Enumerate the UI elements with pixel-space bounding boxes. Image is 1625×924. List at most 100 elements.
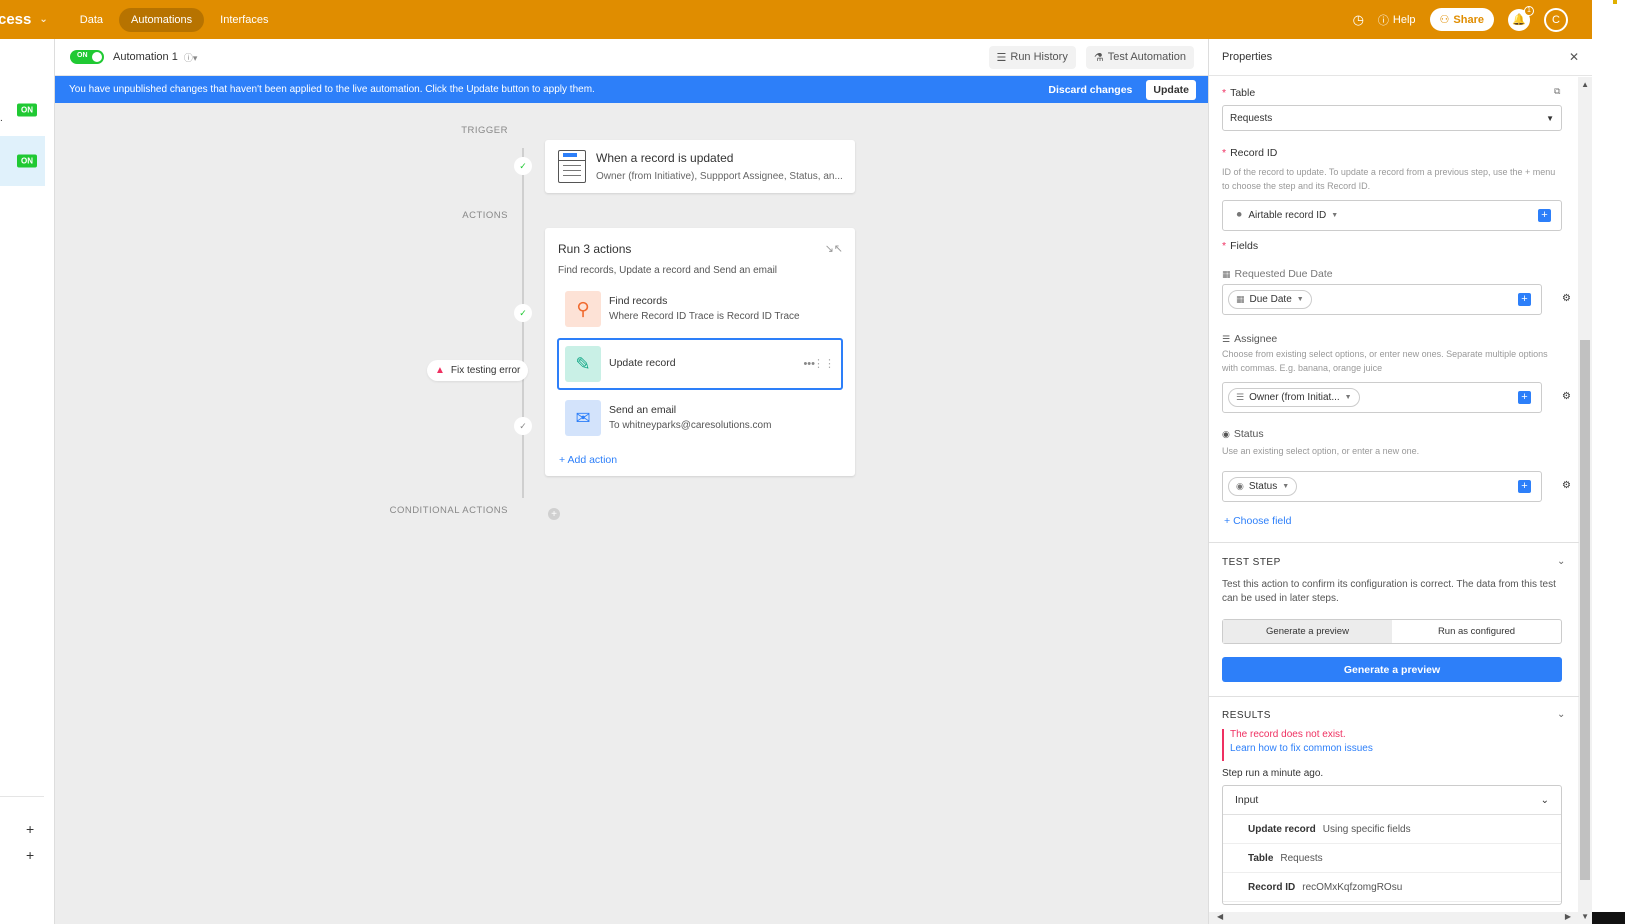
trigger-card[interactable]: When a record is updated Owner (from Ini… [545,140,855,193]
gear-icon[interactable]: ⚙ [1562,480,1571,491]
share-icon: ⚇ [1439,14,1450,26]
fix-testing-error-button[interactable]: ▲ Fix testing error [427,360,529,381]
action-send-email[interactable]: ✉ Send an email To whitneyparks@caresolu… [557,392,843,444]
collapse-icon[interactable]: ↘↖ [825,242,843,255]
gear-icon[interactable]: ⚙ [1562,293,1571,304]
scroll-left-icon[interactable]: ◀ [1217,912,1223,921]
fix-error-label: Fix testing error [450,365,521,376]
assignee-token[interactable]: ☰ Owner (from Initiat... ▼ [1228,388,1360,407]
action-title: Find records [609,295,668,307]
list-icon: ☰ [996,51,1007,64]
sidebar-divider [0,796,44,797]
automation-canvas: TRIGGER ACTIONS CONDITIONAL ACTIONS ✓ ✓ … [55,103,1208,924]
add-automation-icon[interactable]: + [26,821,34,837]
on-badge: ON [17,103,37,117]
drag-handle-icon[interactable]: ⋮⋮ [813,357,835,370]
status-icon: ◉ [1236,481,1244,491]
scroll-up-icon[interactable]: ▲ [1581,80,1589,89]
help-icon: ⓘ [1377,14,1389,27]
list-icon: ☰ [1222,333,1231,344]
copy-icon[interactable]: ⧉ [1554,86,1560,97]
update-button[interactable]: Update [1146,79,1196,100]
nav-data[interactable]: Data [68,8,115,32]
properties-title: Properties [1222,51,1273,63]
assignee-label: ☰ Assignee [1222,333,1278,345]
scroll-thumb[interactable] [1580,340,1590,880]
input-header[interactable]: Input ⌄ [1223,786,1561,815]
divider [1209,696,1579,697]
notification-count: 1 [1524,5,1534,16]
automation-name[interactable]: Automation 1 [113,51,178,63]
calendar-icon: ▦ [1236,294,1245,304]
base-name-button[interactable]: cess ⌄ [0,11,48,28]
scroll-right-icon[interactable]: ▶ [1565,912,1571,921]
add-conditional-icon[interactable]: + [548,508,560,520]
add-action-button[interactable]: + Add action [559,454,617,466]
insert-value-button[interactable]: + [1518,293,1531,306]
automation-toggle[interactable]: ON [70,50,104,64]
close-icon[interactable]: ✕ [1569,50,1579,64]
due-date-token[interactable]: ▦ Due Date ▼ [1228,290,1312,309]
taskbar-fragment [1592,912,1625,924]
due-date-field[interactable]: ▦ Due Date ▼ + [1222,284,1542,315]
table-select[interactable]: Requests ▼ [1222,105,1562,131]
actions-card[interactable]: Run 3 actions Find records, Update a rec… [545,228,855,476]
results-error: The record does not exist. Learn how to … [1222,729,1373,761]
actions-title: Run 3 actions [558,242,632,256]
insert-value-button[interactable]: + [1518,480,1531,493]
nav-automations[interactable]: Automations [119,7,205,32]
help-button[interactable]: ⓘ Help [1378,12,1416,28]
conditional-actions-label: CONDITIONAL ACTIONS [389,505,508,516]
history-icon[interactable]: ◷ [1353,12,1364,28]
results-heading: RESULTS [1222,710,1271,721]
window-edge [1592,0,1625,924]
gear-icon[interactable]: ⚙ [1562,391,1571,402]
learn-fix-link[interactable]: Learn how to fix common issues [1230,743,1373,754]
test-automation-button[interactable]: ⚗ Test Automation [1085,45,1194,69]
pencil-icon: ✎ [565,346,601,382]
record-id-token[interactable]: ⚫ Airtable record ID ▼ [1228,206,1346,225]
sidebar-automation-item[interactable]: . ON [0,85,45,135]
generate-preview-button[interactable]: Generate a preview [1222,657,1562,682]
seg-run-as-configured[interactable]: Run as configured [1392,620,1561,643]
seg-generate-preview[interactable]: Generate a preview [1223,620,1392,643]
scroll-down-icon[interactable]: ▼ [1581,912,1589,921]
status-field[interactable]: ◉ Status ▼ + [1222,471,1542,502]
status-token[interactable]: ◉ Status ▼ [1228,477,1298,496]
horizontal-scrollbar[interactable]: ◀ ▶ [1209,912,1579,924]
envelope-icon: ✉ [565,400,601,436]
run-history-label: Run History [1010,51,1068,63]
action-find-records[interactable]: ⚲ Find records Where Record ID Trace is … [557,283,843,335]
status-help: Use an existing select option, or enter … [1222,446,1420,456]
add-section-icon[interactable]: + [26,847,34,863]
test-mode-segmented: Generate a preview Run as configured [1222,619,1562,644]
action-update-record[interactable]: ✎ Update record ••• ⋮⋮ [557,338,843,390]
notifications-button[interactable]: 🔔 1 [1508,5,1534,31]
chevron-down-icon[interactable]: ⌄ [1557,709,1565,720]
requested-due-date-label: ▦ Requested Due Date [1222,268,1333,280]
chevron-down-icon: ▼ [1344,394,1352,401]
unpublished-changes-banner: You have unpublished changes that haven'… [55,76,1208,103]
divider [1209,542,1579,543]
choose-field-button[interactable]: + Choose field [1224,515,1291,527]
chevron-down-icon[interactable]: ⌄ [1557,556,1565,567]
assignee-field[interactable]: ☰ Owner (from Initiat... ▼ + [1222,382,1542,413]
base-name: cess [0,11,32,28]
sidebar-automation-item-selected[interactable]: ON [0,136,45,186]
check-icon: ✓ [514,157,532,175]
insert-value-button[interactable]: + [1518,391,1531,404]
panel-scrollbar[interactable]: ▲ ▼ [1578,77,1592,924]
discard-changes-button[interactable]: Discard changes [1048,84,1132,96]
record-id-field[interactable]: ⚫ Airtable record ID ▼ + [1222,200,1562,231]
insert-value-button[interactable]: + [1538,209,1551,222]
share-button[interactable]: ⚇ Share [1429,8,1494,31]
plus-icon: + [559,454,566,466]
avatar[interactable]: C [1544,7,1568,32]
info-caret-icon[interactable]: ⓘ▾ [184,51,198,64]
nav-interfaces[interactable]: Interfaces [208,8,280,32]
properties-panel: Properties ✕ ▲ ▼ * Table ⧉ Requests ▼ * Re… [1208,39,1593,924]
error-message: The record does not exist. [1230,729,1346,740]
run-history-button[interactable]: ☰ Run History [988,45,1076,69]
add-action-label: Add action [567,454,618,466]
actions-section-label: ACTIONS [462,210,508,221]
